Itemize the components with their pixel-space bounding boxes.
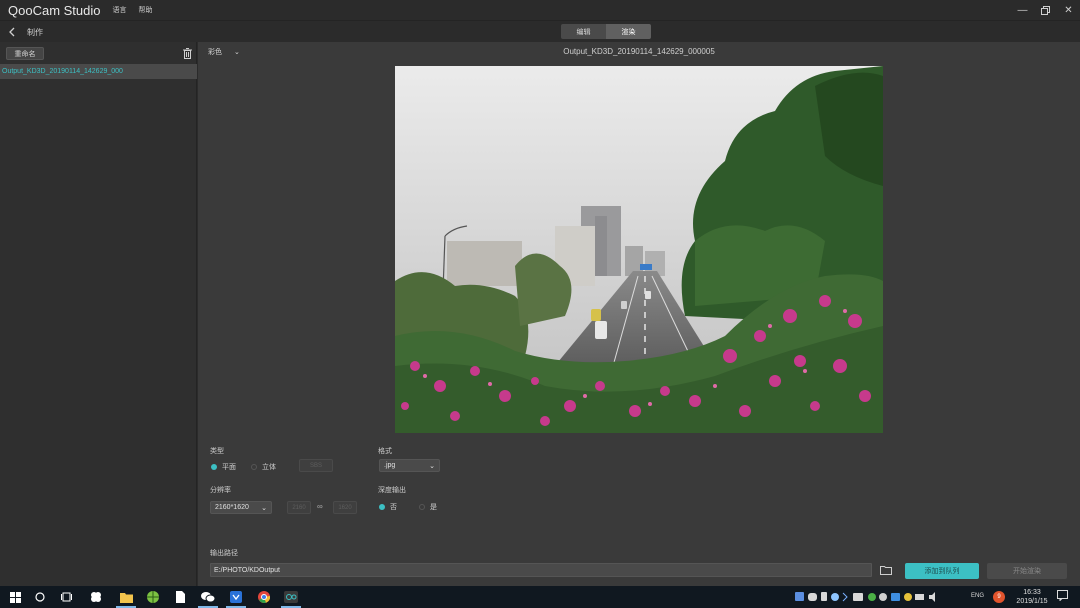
preview-image [395, 66, 883, 433]
app-logo: QooCam Studio [8, 3, 101, 18]
menu-item-language[interactable]: 语言 [113, 5, 127, 15]
section-title: 制作 [27, 28, 43, 37]
clock-date: 2019/1/15 [1016, 598, 1048, 605]
file-explorer-icon[interactable] [118, 589, 134, 605]
toolbar: 制作 编辑 渲染 [0, 20, 1080, 42]
windows-taskbar: ENG 9 16:33 2019/1/15 [0, 586, 1080, 608]
depth-no-radio[interactable]: 否 [379, 502, 397, 512]
preview-filename: Output_KD3D_20190114_142629_000005 [563, 47, 715, 56]
type-stereo-label: 立体 [262, 464, 276, 471]
color-mode-value: 彩色 [208, 48, 222, 56]
file-list-item[interactable]: Output_KD3D_20190114_142629_000 [0, 64, 197, 79]
trash-icon[interactable] [181, 47, 193, 60]
document-icon[interactable] [172, 589, 188, 605]
format-value: .jpg [384, 462, 396, 469]
mode-tabs: 编辑 渲染 [561, 24, 651, 39]
app-title: QooCam Studio [8, 2, 101, 18]
stereo-mode-select[interactable]: SBS [299, 459, 333, 472]
search-icon[interactable] [32, 589, 48, 605]
depth-no-label: 否 [390, 504, 397, 511]
restore-icon[interactable] [1034, 0, 1057, 20]
depth-yes-radio[interactable]: 是 [419, 502, 437, 512]
rename-button[interactable]: 重命名 [6, 47, 44, 60]
resolution-value: 2160*1620 [215, 504, 249, 511]
resolution-label: 分辨率 [210, 487, 231, 494]
chrome-icon[interactable] [256, 589, 272, 605]
output-path-input[interactable]: E:/PHOTO/KDOutput [210, 563, 872, 577]
radio-selected-icon [211, 464, 217, 470]
chevron-down-icon: ⌄ [261, 504, 267, 512]
game-app-icon[interactable] [145, 589, 161, 605]
type-flat-label: 平面 [222, 464, 236, 471]
depth-output-label: 深度输出 [378, 487, 406, 494]
input-language[interactable]: ENG [971, 593, 984, 599]
menu-item-help[interactable]: 帮助 [139, 5, 153, 15]
action-center-icon[interactable] [1057, 590, 1068, 603]
title-bar: QooCam Studio 语言 帮助 — ✕ [0, 0, 1080, 20]
radio-selected-icon [379, 504, 385, 510]
render-panel: Output_KD3D_20190114_142629_000005 彩色 ⌄ [198, 42, 1080, 586]
taskbar-clock[interactable]: 16:33 2019/1/15 [1012, 588, 1052, 606]
back-icon[interactable] [6, 25, 18, 38]
tab-edit[interactable]: 编辑 [561, 24, 606, 39]
resolution-select[interactable]: 2160*1620 ⌄ [210, 501, 272, 514]
close-icon[interactable]: ✕ [1057, 0, 1080, 20]
wechat-icon[interactable] [200, 589, 216, 605]
chevron-down-icon: ⌄ [429, 462, 435, 470]
chevron-down-icon: ⌄ [234, 48, 240, 56]
format-select[interactable]: .jpg ⌄ [379, 459, 440, 472]
clock-time: 16:33 [1023, 589, 1041, 596]
task-view-icon[interactable] [58, 589, 74, 605]
notification-badge[interactable]: 9 [993, 591, 1005, 603]
windows-start-icon[interactable] [7, 589, 23, 605]
link-icon[interactable]: ∞ [317, 502, 323, 511]
menu-bar: 语言 帮助 [113, 5, 153, 15]
width-input[interactable]: 2160 [287, 501, 311, 514]
format-label: 格式 [378, 448, 392, 455]
type-flat-radio[interactable]: 平面 [211, 462, 236, 472]
folder-icon[interactable] [879, 563, 893, 577]
pinwheel-app-icon[interactable] [88, 589, 104, 605]
tab-render[interactable]: 渲染 [606, 24, 651, 39]
minimize-icon[interactable]: — [1011, 0, 1034, 20]
type-stereo-radio[interactable]: 立体 [251, 462, 276, 472]
tim-app-icon[interactable] [228, 589, 244, 605]
notification-count: 9 [997, 594, 1001, 600]
type-label: 类型 [210, 448, 224, 455]
radio-unselected-icon [419, 504, 425, 510]
qoocam-app-icon[interactable] [283, 589, 299, 605]
radio-unselected-icon [251, 464, 257, 470]
depth-yes-label: 是 [430, 504, 437, 511]
color-mode-select[interactable]: 彩色 ⌄ [208, 45, 254, 58]
add-to-queue-button[interactable]: 添加到队列 [905, 563, 979, 579]
window-controls: — ✕ [1011, 0, 1080, 20]
height-input[interactable]: 1620 [333, 501, 357, 514]
file-list-panel: 重命名 Output_KD3D_20190114_142629_000 [0, 42, 197, 586]
output-path-label: 输出路径 [210, 550, 238, 557]
tray-icons[interactable] [795, 591, 955, 605]
start-render-button[interactable]: 开始渲染 [987, 563, 1067, 579]
